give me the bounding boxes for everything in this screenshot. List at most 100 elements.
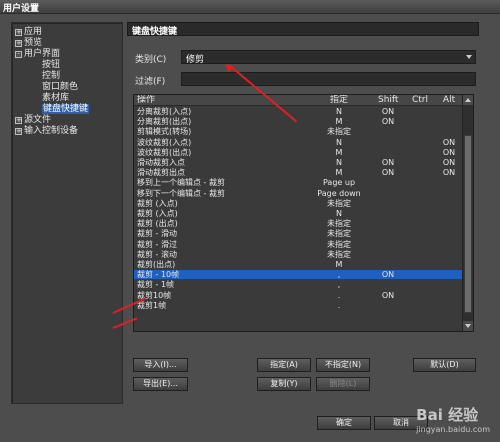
cell-assign: M: [335, 260, 343, 269]
table-row[interactable]: 波纹裁剪(出点) M ON: [134, 148, 463, 157]
expand-icon[interactable]: +: [15, 128, 22, 135]
table-row[interactable]: 裁剪 - 10帧, ON: [134, 270, 463, 280]
cell-assign: Page down: [317, 188, 361, 198]
delete-button[interactable]: 删除(L): [316, 377, 370, 391]
copy-button[interactable]: 复制(Y): [257, 377, 311, 391]
tree-item-library[interactable]: 素材库: [42, 93, 69, 104]
category-value: 修剪: [186, 55, 205, 65]
tree-item-control[interactable]: 控制: [42, 71, 60, 82]
table-row[interactable]: 裁剪 - 滑过 未指定: [134, 240, 463, 249]
table-row[interactable]: 分离裁剪(入点) N ON: [134, 107, 463, 116]
cell-op: 滑动裁剪出点: [137, 168, 185, 178]
table-row[interactable]: 剪辑模式(转场) 未指定: [134, 127, 463, 136]
cell-op: 裁剪 - 滚动: [137, 249, 177, 259]
cell-op: 裁剪 (出点): [137, 219, 178, 229]
tree-item-source-file[interactable]: + 源文件: [15, 115, 51, 126]
cell-alt: ON: [442, 158, 456, 167]
cell-op: 波纹裁剪(入点): [137, 137, 192, 147]
ok-button[interactable]: 确定: [317, 416, 371, 430]
cell-op: 分离裁剪(入点): [137, 107, 192, 116]
filter-label: 过滤(F): [135, 77, 166, 87]
table-row[interactable]: 移到下一个编辑点 - 裁剪 Page down: [134, 189, 463, 198]
table-row[interactable]: 波纹裁剪(入点) N ON: [134, 138, 463, 147]
collapse-icon[interactable]: -: [15, 51, 22, 58]
list-scrollbar[interactable]: [462, 95, 473, 331]
cell-assign: M: [335, 117, 343, 127]
table-row[interactable]: 裁剪(出点) M: [134, 260, 463, 269]
header-assign[interactable]: 指定: [294, 95, 384, 106]
tree-item-ui[interactable]: - 用户界面: [15, 49, 60, 60]
header-ctrl[interactable]: Ctrl: [410, 95, 430, 106]
table-row[interactable]: 裁剪 (入点) N: [134, 209, 463, 218]
cell-assign: N: [336, 107, 342, 116]
tree-item-app[interactable]: + 应用: [15, 27, 42, 38]
assign-button[interactable]: 指定(A): [257, 358, 311, 372]
tree-item-preview[interactable]: + 预览: [15, 38, 42, 49]
scroll-thumb[interactable]: [464, 135, 472, 313]
cell-assign: 未指定: [327, 229, 351, 239]
section-title-bar: 键盘快捷键: [127, 22, 479, 37]
cell-op: 波纹裁剪(出点): [137, 147, 192, 157]
cell-assign: 未指定: [327, 239, 351, 249]
chevron-down-icon[interactable]: [466, 55, 472, 59]
table-row[interactable]: 裁剪1帧.: [134, 301, 463, 310]
watermark-brand: Bai 经验: [416, 406, 479, 424]
cell-op: 裁剪 - 1帧: [137, 280, 175, 290]
list-header: 操作 指定 Shift Ctrl Alt: [134, 95, 463, 106]
filter-input[interactable]: [181, 72, 476, 86]
cell-alt: ON: [442, 137, 456, 147]
table-row[interactable]: 滑动裁剪入点 N ON ON: [134, 158, 463, 167]
cell-assign: M: [335, 147, 343, 157]
table-row[interactable]: 裁剪 (入点) 未指定: [134, 199, 463, 208]
cell-shift: ON: [381, 290, 395, 300]
table-row[interactable]: 滑动裁剪出点 M ON ON: [134, 168, 463, 177]
table-row[interactable]: 裁剪 - 1帧,: [134, 280, 463, 289]
cell-shift: ON: [381, 117, 395, 127]
tree-item-keyboard-shortcuts[interactable]: 键盘快捷键: [42, 104, 90, 115]
cell-alt: ON: [442, 147, 456, 157]
cell-op: 分离裁剪(出点): [137, 117, 192, 127]
table-row[interactable]: 裁剪 - 滚动 未指定: [134, 250, 463, 259]
cell-assign: 未指定: [327, 249, 351, 259]
header-shift[interactable]: Shift: [378, 95, 398, 106]
cell-shift: ON: [381, 168, 395, 178]
unassign-button[interactable]: 不指定(N): [316, 358, 370, 372]
cell-assign: .: [337, 300, 341, 310]
window-title: 用户设置: [3, 4, 40, 14]
cell-assign: M: [335, 168, 343, 178]
table-row[interactable]: 分离裁剪(出点) M ON: [134, 117, 463, 126]
expand-icon[interactable]: +: [15, 29, 22, 36]
cell-op: 剪辑模式(转场): [137, 127, 192, 137]
table-row[interactable]: 裁剪 - 滑动 未指定: [134, 229, 463, 238]
tree-item-input-devices[interactable]: + 输入控制设备: [15, 126, 78, 137]
export-button[interactable]: 导出(E)...: [133, 377, 188, 391]
cell-shift: ON: [381, 158, 395, 167]
title-bar: 用户设置: [0, 0, 500, 14]
tree-item-buttons[interactable]: 按钮: [42, 60, 60, 71]
cell-op: 滑动裁剪入点: [137, 158, 185, 167]
cell-op: 裁剪(出点): [137, 260, 176, 269]
header-alt[interactable]: Alt: [439, 95, 459, 106]
scroll-up-icon[interactable]: [463, 95, 473, 105]
cell-op: 移到下一个编辑点 - 裁剪: [137, 188, 225, 198]
cell-op: 裁剪 (入点): [137, 209, 178, 218]
cell-assign: .: [337, 290, 341, 300]
cell-op: 裁剪1帧: [137, 300, 167, 310]
table-row[interactable]: 移到上一个编辑点 - 裁剪 Page up: [134, 178, 463, 187]
cell-alt: ON: [442, 168, 456, 178]
table-row[interactable]: 裁剪 (出点) 未指定: [134, 219, 463, 228]
expand-icon[interactable]: +: [15, 117, 22, 124]
header-operation[interactable]: 操作: [137, 95, 155, 106]
settings-tree[interactable]: + 应用 + 预览 - 用户界面 按钮 控制 窗口颜色 素材库 键盘快捷键 + 源文件 …: [11, 22, 123, 404]
scroll-down-icon[interactable]: [463, 321, 473, 331]
import-button[interactable]: 导入(I)...: [133, 358, 188, 372]
cell-op: 裁剪 (入点): [137, 198, 178, 208]
tree-item-window-color[interactable]: 窗口颜色: [42, 82, 78, 93]
default-button[interactable]: 默认(D): [413, 358, 476, 372]
cell-op: 裁剪 - 滑过: [137, 239, 177, 249]
shortcut-list[interactable]: 操作 指定 Shift Ctrl Alt 分离裁剪(入点) N ON 分离裁剪(出点)…: [133, 94, 474, 332]
cell-assign: Page up: [322, 178, 356, 188]
cell-assign: N: [336, 158, 342, 167]
expand-icon[interactable]: +: [15, 40, 22, 47]
table-row[interactable]: 裁剪10帧. ON: [134, 291, 463, 300]
